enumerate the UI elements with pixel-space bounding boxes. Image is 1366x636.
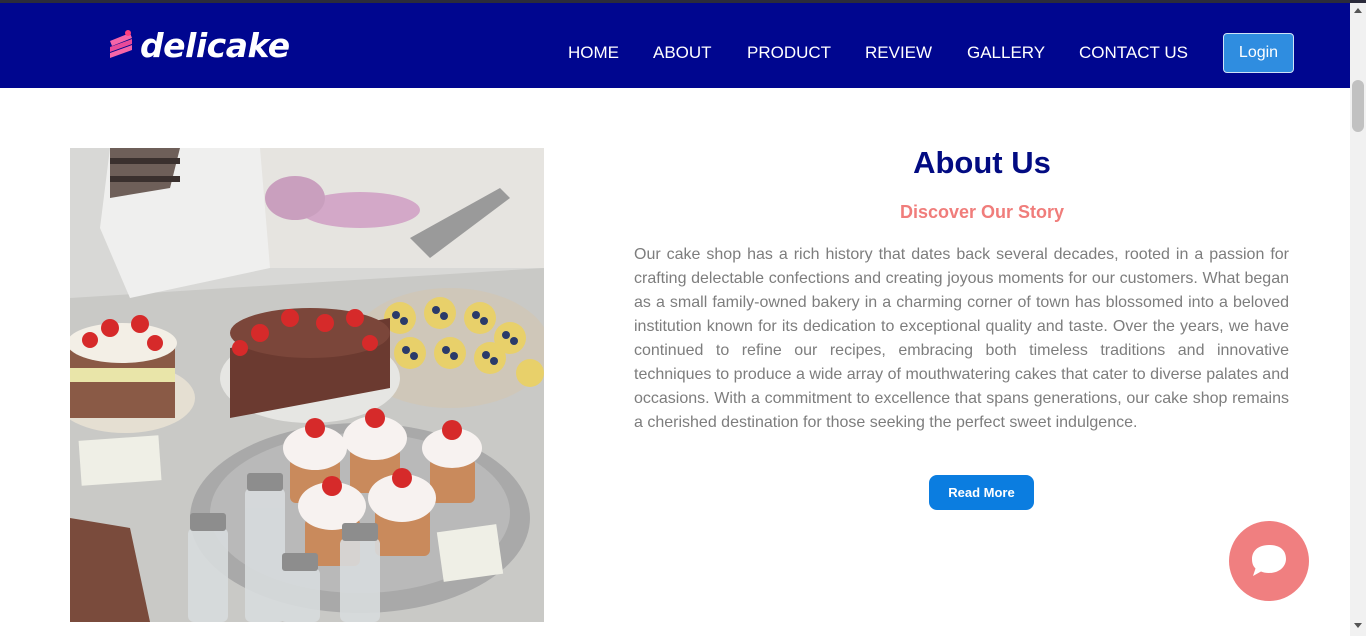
scroll-up-arrow-icon[interactable] <box>1354 8 1362 13</box>
cake-slice-icon <box>110 30 132 58</box>
nav-about[interactable]: ABOUT <box>653 43 712 63</box>
login-button[interactable]: Login <box>1223 33 1294 73</box>
chat-button[interactable] <box>1229 521 1309 601</box>
about-subtitle: Discover Our Story <box>899 202 1065 222</box>
brand-name: delicake <box>140 25 290 65</box>
scroll-thumb[interactable] <box>1352 80 1364 132</box>
nav-review[interactable]: REVIEW <box>865 43 932 63</box>
about-image <box>70 148 544 622</box>
about-title: About Us <box>913 145 1051 180</box>
about-paragraph: Our cake shop has a rich history that da… <box>634 246 1289 431</box>
nav-product[interactable]: PRODUCT <box>747 43 831 63</box>
brand-logo[interactable]: delicake <box>108 25 290 65</box>
bakery-photo <box>70 148 544 622</box>
scroll-down-arrow-icon[interactable] <box>1354 623 1362 628</box>
nav-contact-us[interactable]: CONTACT US <box>1079 43 1188 63</box>
chat-bubble-icon <box>1252 545 1286 576</box>
nav-gallery[interactable]: GALLERY <box>967 43 1045 63</box>
navbar: delicake HOME ABOUT PRODUCT REVIEW GALLE… <box>0 3 1350 88</box>
page-scrollbar[interactable] <box>1350 3 1366 636</box>
read-more-button[interactable]: Read More <box>929 475 1034 510</box>
nav-home[interactable]: HOME <box>568 43 619 63</box>
